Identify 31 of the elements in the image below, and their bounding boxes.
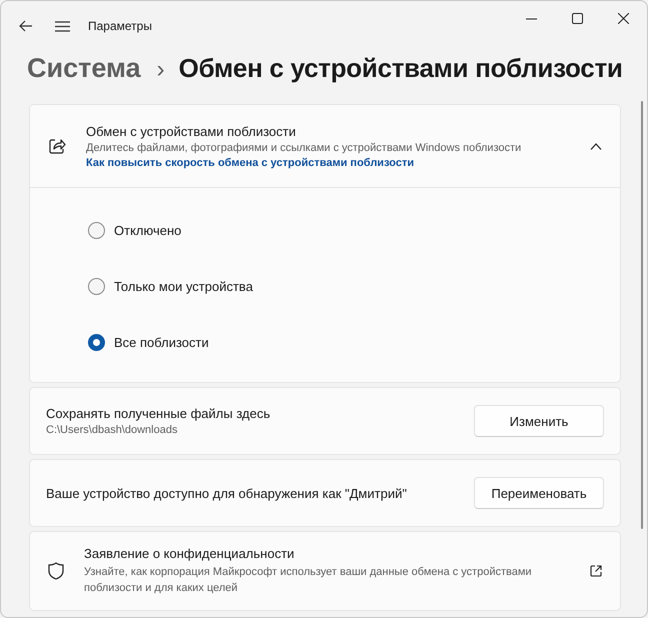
chevron-icon[interactable] [590, 142, 602, 150]
radio-label[interactable]: Все поблизости [114, 334, 209, 350]
setting-title: Ваше устройство доступно для обнаружения как "Дмитрий" [46, 486, 408, 500]
setting-description: Делитесь файлами, фотографиями и ссылками с устройствами Windows поблизости [86, 142, 522, 154]
radio-button[interactable] [88, 334, 105, 350]
radio-label[interactable]: Только мои устройства [114, 278, 253, 294]
minimize-icon[interactable] [526, 18, 537, 20]
menu-icon[interactable] [55, 20, 70, 32]
maximize-icon[interactable] [572, 13, 583, 24]
help-link[interactable]: Как повысить скорость обмена с устройствами поблизости [86, 156, 590, 168]
setting-title: Сохранять полученные файлы здесь [46, 406, 272, 421]
setting-title: Заявление о конфиденциальности [84, 546, 296, 561]
page-title: Обмен с устройствами поблизости [178, 53, 623, 84]
rename-button[interactable]: Переименовать [474, 477, 604, 509]
radio-button[interactable] [88, 222, 105, 238]
breadcrumb-separator: › [156, 56, 165, 84]
shield-icon [48, 562, 64, 580]
external-link-icon[interactable] [590, 565, 602, 577]
breadcrumb-parent[interactable]: Система [27, 53, 141, 84]
back-icon[interactable] [19, 20, 33, 32]
close-icon[interactable] [618, 13, 629, 24]
scrollbar[interactable] [641, 101, 643, 529]
privacy-card[interactable]: Заявление о конфиденциальности Узнайте, как корпорация Майкрософт использует ваши данные обмена с устройствами поблизости и для каких целей [29, 531, 621, 611]
setting-description: Узнайте, как корпорация Майкрософт использует ваши данные обмена с устройствами поблизости и для каких целей [84, 565, 533, 596]
radio-label[interactable]: Отключено [114, 222, 182, 238]
folder-path: C:\Users\dbash\downloads [46, 424, 178, 436]
share-icon [48, 137, 66, 155]
radio-button[interactable] [88, 278, 105, 294]
change-button[interactable]: Изменить [474, 405, 604, 437]
setting-title: Обмен с устройствами поблизости [86, 124, 297, 138]
window-title: Параметры [88, 19, 152, 33]
